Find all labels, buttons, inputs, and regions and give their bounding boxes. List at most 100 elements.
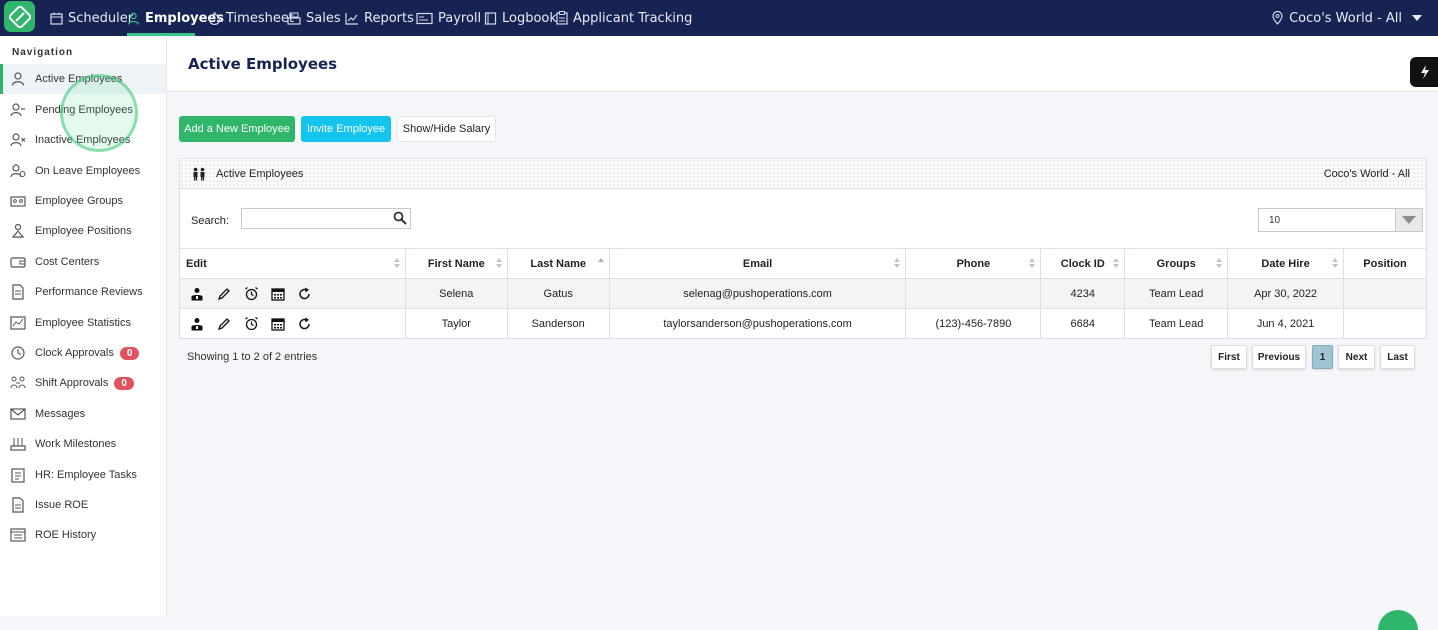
search-icon	[393, 211, 407, 225]
redo-icon[interactable]	[296, 285, 314, 303]
column-header-clock-id[interactable]: Clock ID	[1040, 248, 1126, 279]
column-header-phone[interactable]: Phone	[905, 248, 1042, 279]
nav-reports-label: Reports	[364, 10, 414, 26]
nav-scheduler-label: Scheduler	[68, 10, 134, 26]
redo-icon[interactable]	[296, 315, 314, 333]
alarm-clock-icon[interactable]	[242, 315, 260, 333]
sidebar-item-pending-employees[interactable]: Pending Employees	[0, 95, 166, 125]
panel-location: Coco's World - All	[1323, 168, 1410, 180]
nav-timesheet[interactable]: Timesheet	[208, 0, 294, 36]
page-length-select[interactable]: 10	[1258, 208, 1423, 232]
nav-applicant-tracking-label: Applicant Tracking	[573, 10, 693, 26]
column-header-position[interactable]: Position	[1342, 248, 1428, 279]
column-header-last-name[interactable]: Last Name	[506, 248, 610, 279]
sort-icon	[495, 258, 503, 269]
sidebar-item-label: Shift Approvals	[35, 377, 109, 389]
page-length-value: 10	[1269, 214, 1281, 226]
person-x-icon	[10, 132, 26, 148]
employees-panel: Active Employees Coco's World - All Sear…	[179, 158, 1428, 339]
pencil-icon[interactable]	[215, 315, 233, 333]
sidebar-item-label: On Leave Employees	[35, 165, 141, 177]
nav-payroll[interactable]: Payroll	[416, 0, 481, 36]
date-hire-cell: Jun 4, 2021	[1227, 308, 1344, 339]
clock-id-cell: 6684	[1040, 308, 1126, 339]
sidebar-item-on-leave-employees[interactable]: On Leave Employees	[0, 156, 166, 186]
pager-first-button[interactable]: First	[1211, 345, 1247, 369]
toggle-salary-button[interactable]: Show/Hide Salary	[397, 116, 496, 142]
alarm-clock-icon[interactable]	[242, 285, 260, 303]
count-badge: 0	[119, 346, 140, 360]
column-header-email[interactable]: Email	[608, 248, 907, 279]
add-employee-button[interactable]: Add a New Employee	[179, 116, 295, 142]
sidebar-item-label: ROE History	[35, 529, 97, 541]
column-header-label: Last Name	[530, 257, 587, 270]
column-header-label: Edit	[186, 257, 207, 270]
sidebar-item-messages[interactable]: Messages	[0, 399, 166, 429]
top-navigation-bar: Scheduler Employees Timesheet Sales Repo…	[0, 0, 1438, 36]
quick-actions-button[interactable]	[1410, 57, 1438, 87]
statistics-icon	[10, 315, 26, 331]
groups-cell: Team Lead	[1124, 308, 1229, 339]
sidebar-item-employee-groups[interactable]: Employee Groups	[0, 186, 166, 216]
phone-cell	[905, 278, 1042, 309]
page-header: Active Employees	[167, 36, 1438, 92]
position-cell	[1342, 308, 1428, 339]
search-label: Search:	[191, 215, 229, 227]
invite-employee-button[interactable]: Invite Employee	[301, 116, 391, 142]
sidebar-item-label: Inactive Employees	[35, 134, 131, 146]
pager-page-1-button[interactable]: 1	[1312, 345, 1333, 369]
sidebar-item-inactive-employees[interactable]: Inactive Employees	[0, 125, 166, 155]
lightning-icon	[1421, 65, 1429, 79]
person-minus-icon	[10, 102, 26, 118]
panel-title: Active Employees	[216, 168, 304, 180]
sidebar-item-label: Performance Reviews	[35, 286, 143, 298]
sidebar-item-cost-centers[interactable]: Cost Centers	[0, 247, 166, 277]
profile-icon[interactable]	[188, 315, 206, 333]
sidebar-item-label: Work Milestones	[35, 438, 117, 450]
sidebar-item-label: Issue ROE	[35, 499, 89, 511]
pencil-icon[interactable]	[215, 285, 233, 303]
nav-timesheet-label: Timesheet	[226, 10, 294, 26]
sidebar-item-performance-reviews[interactable]: Performance Reviews	[0, 277, 166, 307]
column-header-label: Groups	[1156, 257, 1196, 270]
email-cell: taylorsanderson@pushoperations.com	[608, 308, 907, 339]
profile-icon[interactable]	[188, 285, 206, 303]
nav-sales[interactable]: Sales	[287, 0, 341, 36]
first-name-cell: Selena	[404, 278, 508, 309]
group-icon	[10, 193, 26, 209]
column-header-edit[interactable]: Edit	[179, 248, 406, 279]
pager-next-button[interactable]: Next	[1338, 345, 1375, 369]
location-selector[interactable]: Coco's World - All	[1272, 0, 1422, 36]
pager-last-button[interactable]: Last	[1380, 345, 1415, 369]
app-logo[interactable]	[4, 1, 35, 32]
sidebar-item-roe-history[interactable]: ROE History	[0, 520, 166, 550]
calendar-grid-icon[interactable]	[269, 285, 287, 303]
nav-scheduler[interactable]: Scheduler	[50, 0, 133, 36]
pager-previous-button[interactable]: Previous	[1252, 345, 1306, 369]
nav-reports[interactable]: Reports	[345, 0, 414, 36]
calendar-grid-icon[interactable]	[269, 315, 287, 333]
sidebar-item-hr-employee-tasks[interactable]: HR: Employee Tasks	[0, 460, 166, 490]
sidebar-item-clock-approvals[interactable]: Clock Approvals 0	[0, 338, 166, 368]
position-icon	[10, 223, 26, 239]
nav-applicant-tracking[interactable]: Applicant Tracking	[556, 0, 692, 36]
sidebar-item-employee-statistics[interactable]: Employee Statistics	[0, 308, 166, 338]
nav-logbook[interactable]: Logbook	[484, 0, 557, 36]
logo-icon	[8, 5, 31, 28]
sort-icon	[1216, 258, 1223, 269]
column-header-groups[interactable]: Groups	[1124, 248, 1229, 279]
table-row: Taylor Sanderson taylorsanderson@pushopera…	[179, 308, 1428, 339]
sidebar-item-issue-roe[interactable]: Issue ROE	[0, 490, 166, 520]
sidebar-item-work-milestones[interactable]: Work Milestones	[0, 429, 166, 459]
sidebar-item-shift-approvals[interactable]: Shift Approvals 0	[0, 368, 166, 398]
sort-ascending-icon	[597, 258, 605, 269]
chat-widget-button[interactable]	[1378, 610, 1418, 630]
sidebar-item-active-employees[interactable]: Active Employees	[0, 64, 166, 94]
sidebar-item-employee-positions[interactable]: Employee Positions	[0, 216, 166, 246]
nav-payroll-label: Payroll	[438, 10, 482, 26]
column-header-first-name[interactable]: First Name	[404, 248, 508, 279]
nav-sales-label: Sales	[306, 10, 341, 26]
table-row: Selena Gatus selenag@pushoperations.com 423…	[179, 278, 1428, 309]
search-input[interactable]	[241, 208, 411, 229]
column-header-date-hire[interactable]: Date Hire	[1227, 248, 1344, 279]
